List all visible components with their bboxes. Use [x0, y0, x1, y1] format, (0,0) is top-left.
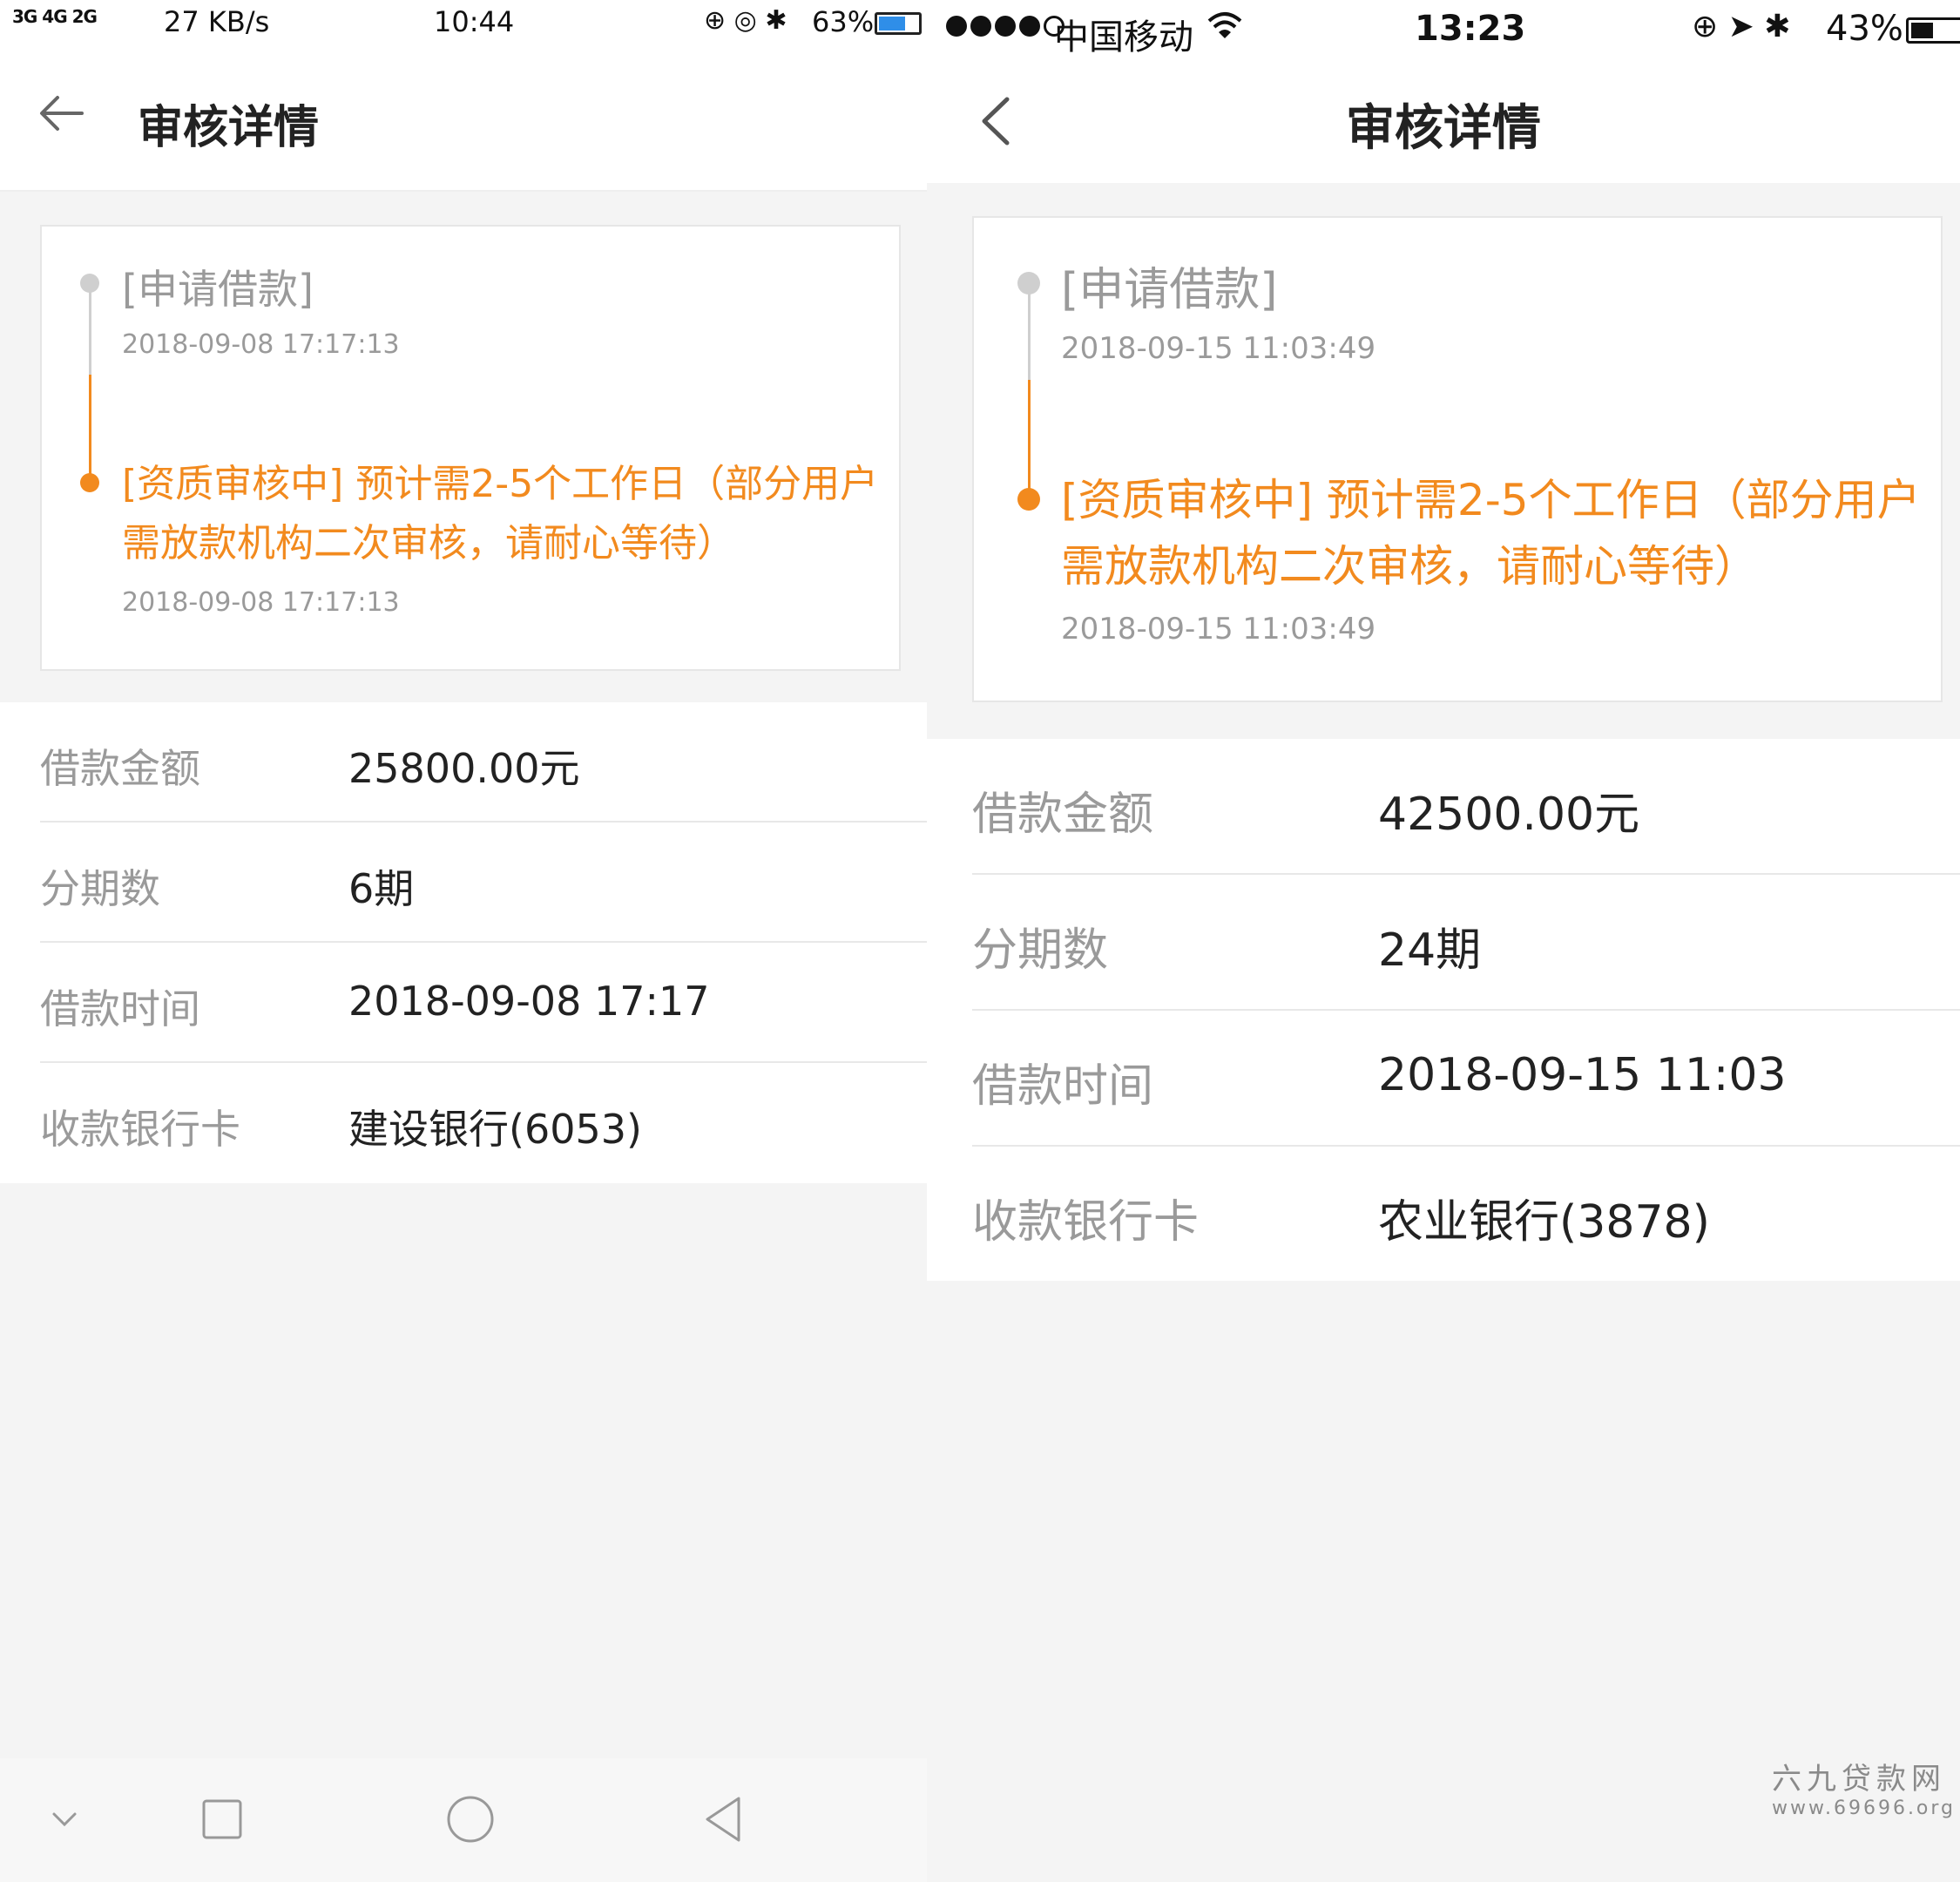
detail-label: 借款金额	[972, 789, 1154, 841]
nav-header: 审核详情	[0, 52, 927, 192]
detail-row-installments: 分期数 6期	[40, 823, 927, 943]
watermark: 六九贷款网 www.69696.org	[1772, 1755, 1957, 1819]
detail-row-amount: 借款金额 25800.00元	[40, 702, 927, 823]
timeline-connector-active	[1028, 380, 1031, 498]
back-triangle-icon[interactable]	[697, 1793, 749, 1845]
detail-label: 分期数	[972, 924, 1109, 977]
status-bar: 中国移动 13:23 ⊕ ➤ ✱ 43%	[927, 0, 1960, 58]
chevron-down-icon[interactable]	[38, 1793, 91, 1845]
wifi-icon	[1207, 12, 1242, 38]
battery-icon	[1906, 17, 1960, 44]
detail-row-bank-card: 收款银行卡 建设银行(6053)	[40, 1063, 927, 1183]
loan-details: 借款金额 42500.00元 分期数 24期 借款时间 2018-09-15 1…	[927, 739, 1960, 1281]
detail-value: 25800.00元	[348, 745, 580, 792]
detail-row-time: 借款时间 2018-09-08 17:17	[40, 943, 927, 1063]
back-arrow-icon[interactable]	[37, 87, 89, 139]
timeline-step-label-current: [资质审核中] 预计需2-5个工作日（部分用户需放款机构二次审核，请耐心等待）	[122, 462, 879, 565]
ios-screen: 中国移动 13:23 ⊕ ➤ ✱ 43% 审核详情 [申请借款] 2018-09…	[927, 0, 1960, 1882]
clock: 10:44	[434, 5, 515, 38]
battery-icon	[875, 12, 922, 35]
nav-header: 审核详情	[927, 58, 1960, 183]
system-nav-bar	[0, 1758, 927, 1882]
detail-label: 收款银行卡	[40, 1106, 240, 1153]
page-title: 审核详情	[138, 102, 320, 154]
timeline-dot-current	[1017, 488, 1040, 511]
watermark-title: 六九贷款网	[1772, 1762, 1946, 1797]
timeline-step-time: 2018-09-15 11:03:49	[1061, 331, 1376, 366]
detail-value: 42500.00元	[1378, 789, 1640, 841]
detail-label: 分期数	[40, 865, 160, 912]
timeline-step-label: [申请借款]	[1061, 264, 1278, 316]
page-title: 审核详情	[1346, 100, 1541, 157]
detail-row-bank-card: 收款银行卡 农业银行(3878)	[972, 1147, 1960, 1283]
status-icons: ⊕ ➤ ✱	[1692, 9, 1791, 44]
timeline-dot-done	[1017, 272, 1040, 294]
status-bar: 3G 4G 2G 27 KB/s 10:44 ⊕ ◎ ✱ 63%	[0, 0, 927, 52]
signal-icon: 3G 4G 2G	[12, 6, 98, 27]
detail-row-time: 借款时间 2018-09-15 11:03	[972, 1011, 1960, 1147]
timeline-connector	[1028, 284, 1031, 380]
detail-label: 借款时间	[972, 1060, 1154, 1113]
clock: 13:23	[1415, 9, 1526, 49]
timeline-step-label-current: [资质审核中] 预计需2-5个工作日（部分用户需放款机构二次审核，请耐心等待）	[1061, 475, 1921, 592]
detail-label: 收款银行卡	[972, 1196, 1200, 1249]
detail-value: 2018-09-15 11:03	[1378, 1049, 1787, 1101]
signal-dots-icon	[946, 16, 1068, 37]
detail-value: 24期	[1378, 924, 1482, 977]
carrier-name: 中国移动	[1054, 17, 1193, 58]
timeline-step-label: [申请借款]	[122, 266, 314, 313]
timeline-step-time: 2018-09-08 17:17:13	[122, 587, 400, 618]
timeline-connector	[89, 283, 91, 375]
detail-value: 6期	[348, 865, 415, 912]
battery-percent: 43%	[1826, 9, 1903, 49]
detail-value: 2018-09-08 17:17	[348, 978, 710, 1025]
recents-square-icon[interactable]	[196, 1793, 248, 1845]
battery-percent: 63%	[812, 5, 875, 38]
status-icons: ⊕ ◎ ✱	[704, 5, 787, 36]
loan-details: 借款金额 25800.00元 分期数 6期 借款时间 2018-09-08 17…	[0, 702, 927, 1183]
detail-label: 借款金额	[40, 745, 200, 792]
detail-row-installments: 分期数 24期	[972, 875, 1960, 1011]
detail-value: 建设银行(6053)	[348, 1106, 642, 1153]
detail-label: 借款时间	[40, 985, 200, 1032]
timeline-dot-current	[80, 473, 99, 492]
timeline-connector-active	[89, 375, 91, 479]
timeline-step-time: 2018-09-08 17:17:13	[122, 329, 400, 360]
watermark-url: www.69696.org	[1772, 1797, 1957, 1819]
network-speed: 27 KB/s	[164, 5, 270, 38]
timeline-dot-done	[80, 274, 99, 293]
detail-row-amount: 借款金额 42500.00元	[972, 739, 1960, 875]
android-screen: 3G 4G 2G 27 KB/s 10:44 ⊕ ◎ ✱ 63% 审核详情 [申…	[0, 0, 927, 1882]
detail-value: 农业银行(3878)	[1378, 1196, 1710, 1249]
home-circle-icon[interactable]	[444, 1793, 497, 1845]
timeline-step-time: 2018-09-15 11:03:49	[1061, 612, 1376, 647]
